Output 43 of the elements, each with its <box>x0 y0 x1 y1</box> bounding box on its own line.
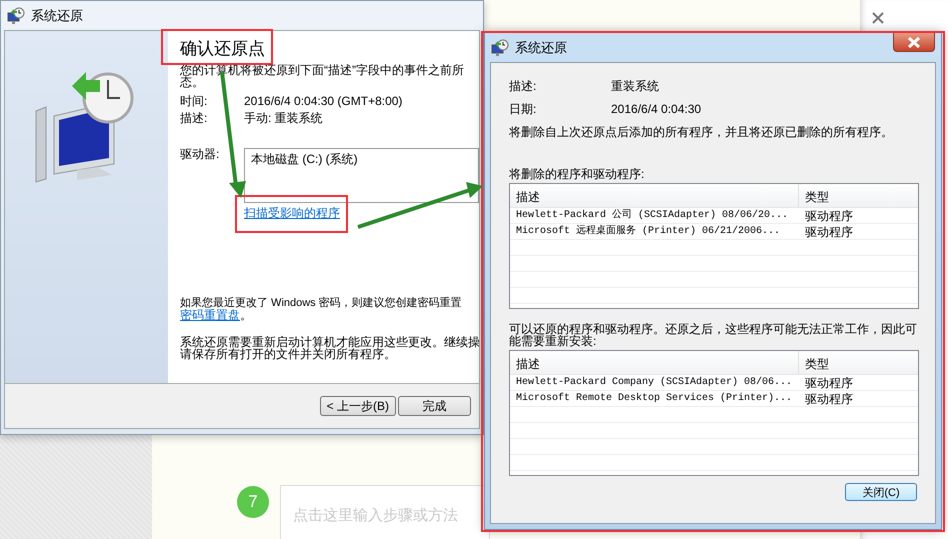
field-label: 驱动器: <box>180 148 220 163</box>
field-label: 描述: <box>509 79 538 93</box>
close-button[interactable]: 关闭(C) <box>845 483 917 501</box>
column-header[interactable]: 类型 <box>799 351 835 374</box>
page-heading: 确认还原点 <box>180 39 265 59</box>
column-header[interactable]: 描述 <box>510 184 799 207</box>
back-button[interactable]: < 上一步(B) <box>320 396 396 416</box>
field-value: 2016/6/4 0:04:30 <box>611 102 702 116</box>
restart-text: 请保存所有打开的文件并关闭所有程序。 <box>180 348 396 360</box>
field-label: 描述: <box>180 112 208 124</box>
column-header[interactable]: 类型 <box>799 184 835 207</box>
field-value: 重装系统 <box>611 79 659 93</box>
table-cell-text: 驱动程序 <box>804 375 853 391</box>
scan-link[interactable]: 扫描受影响的程序 <box>244 206 340 220</box>
table-cell-text: Microsoft 远程桌面服务 (Printer) 06/21/2006... <box>515 224 782 239</box>
system-restore-icon <box>7 6 25 24</box>
window-title: 系统还原 <box>515 38 567 57</box>
field-value: 手动: 重装系统 <box>244 112 323 124</box>
intro-text: 态。 <box>180 76 204 88</box>
section-caption: 可以还原的程序和驱动程序。还原之后，这些程序可能无法正常工作，因此可能需要重新安装: <box>509 323 918 347</box>
drive-list[interactable]: 本地磁盘 (C:) (系统) <box>244 148 479 203</box>
password-reset-link[interactable]: 密码重置盘 <box>180 308 240 322</box>
section-caption: 将删除的程序和驱动程序: <box>509 168 646 180</box>
field-label: 日期: <box>509 102 538 116</box>
field-label: 时间: <box>180 95 208 107</box>
table-cell-text: Hewlett-Packard 公司 (SCSIAdapter) 08/06/20... <box>515 208 790 223</box>
system-restore-icon <box>491 38 509 56</box>
close-button[interactable] <box>893 33 935 52</box>
table-cell-text: Hewlett-Packard Company (SCSIAdapter) 08/06... <box>515 376 794 390</box>
field-value: 2016/6/4 0:04:30 (GMT+8:00) <box>244 95 402 107</box>
password-note-text: 如果您最近更改了 Windows 密码，则建议您创建密码重置 <box>180 297 463 309</box>
step-number: 7 <box>237 486 269 518</box>
finish-button[interactable]: 完成 <box>398 396 471 416</box>
period-text: 。 <box>240 308 252 322</box>
info-text: 将删除自上次还原点后添加的所有程序，并且将还原已删除的所有程序。 <box>509 125 894 139</box>
close-icon[interactable] <box>872 12 884 24</box>
drive-item[interactable]: 本地磁盘 (C:) (系统) <box>251 153 472 165</box>
table-cell-text: 驱动程序 <box>804 208 853 224</box>
table-cell-text: 驱动程序 <box>804 391 853 407</box>
window-title: 系统还原 <box>31 6 83 25</box>
table-cell-text: Microsoft Remote Desktop Services (Printer)... <box>515 392 794 406</box>
column-header[interactable]: 描述 <box>510 351 799 374</box>
table-cell-text: 驱动程序 <box>804 224 853 240</box>
